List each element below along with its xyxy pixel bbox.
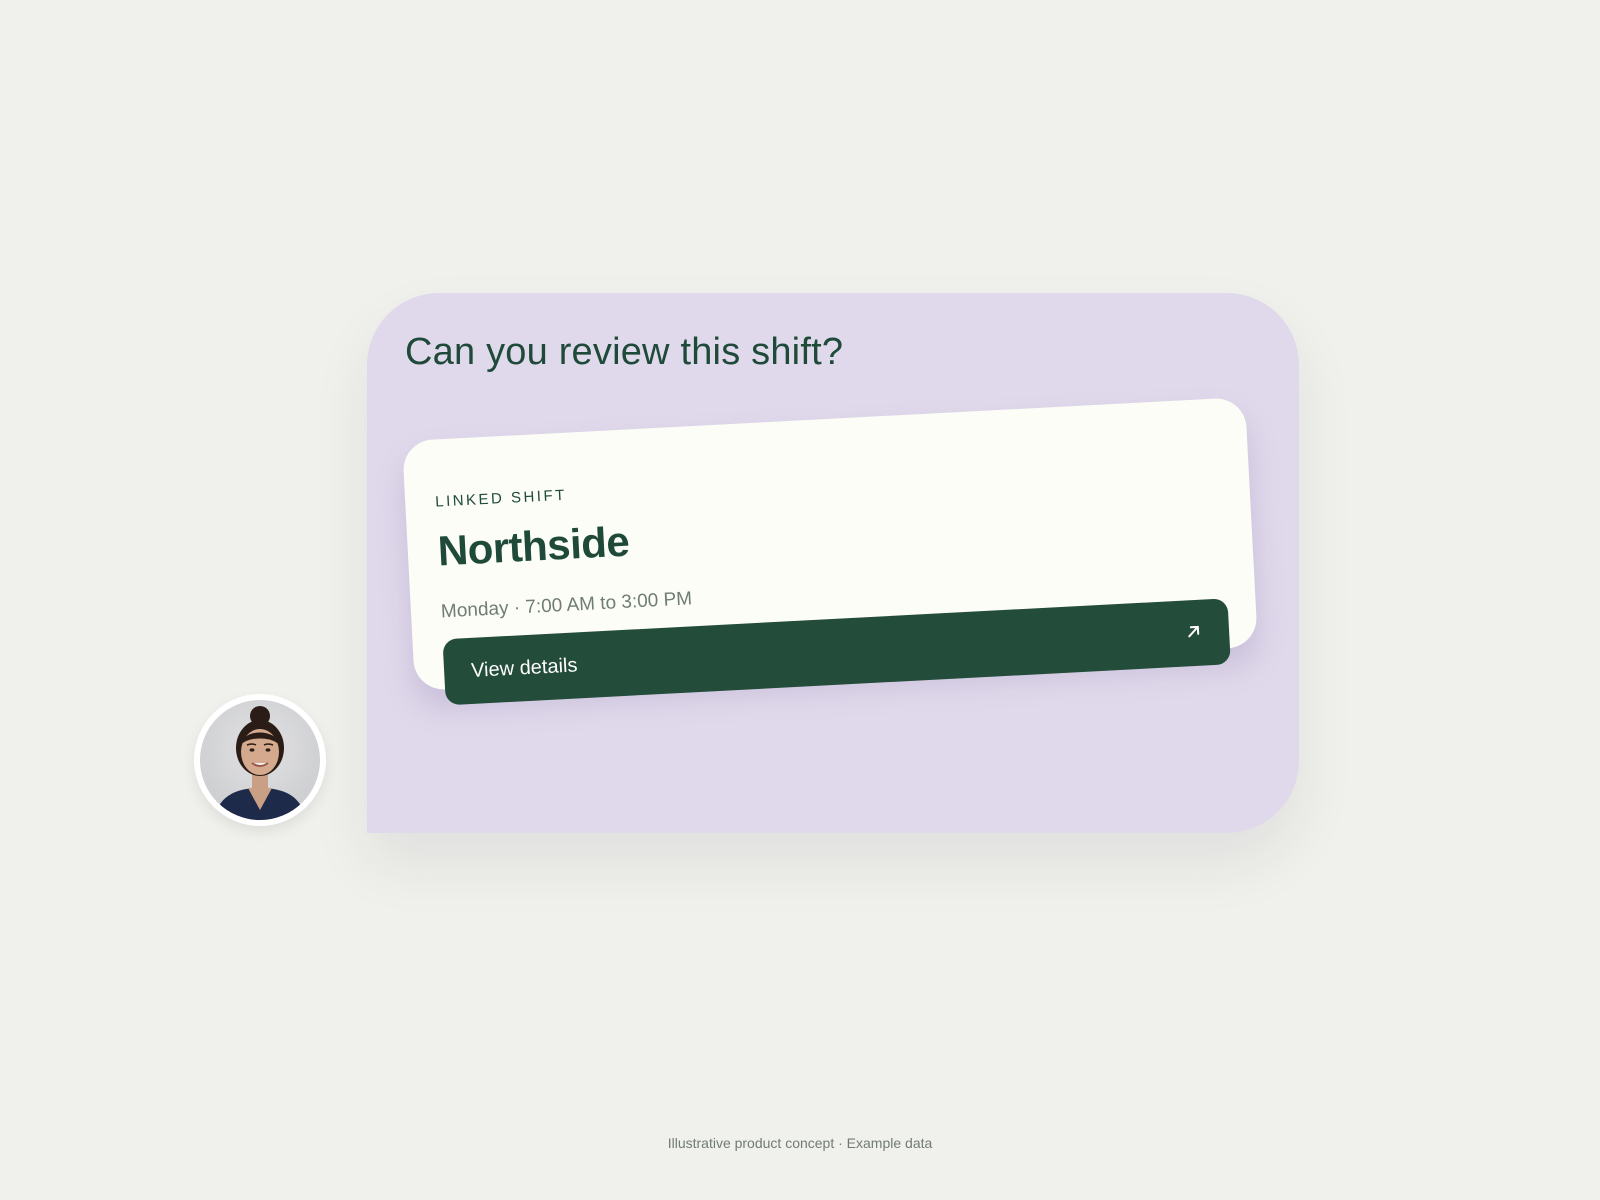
card-eyebrow: LINKED SHIFT bbox=[434, 486, 568, 511]
arrow-up-right-icon bbox=[1188, 625, 1200, 638]
shift-location: Northside bbox=[436, 517, 631, 575]
avatar-photo bbox=[200, 700, 320, 820]
message-text: Can you review this shift? bbox=[405, 331, 844, 373]
linked-shift-card: LINKED SHIFT Northside Monday · 7:00 AM … bbox=[402, 397, 1258, 706]
message-bubble: Can you review this shift? LINKED SHIFT … bbox=[367, 293, 1299, 833]
avatar bbox=[194, 694, 326, 826]
view-details-label: View details bbox=[470, 654, 578, 682]
footer-caption: Illustrative product concept · Example d… bbox=[667, 1135, 933, 1151]
shift-time: Monday · 7:00 AM to 3:00 PM bbox=[440, 588, 693, 623]
